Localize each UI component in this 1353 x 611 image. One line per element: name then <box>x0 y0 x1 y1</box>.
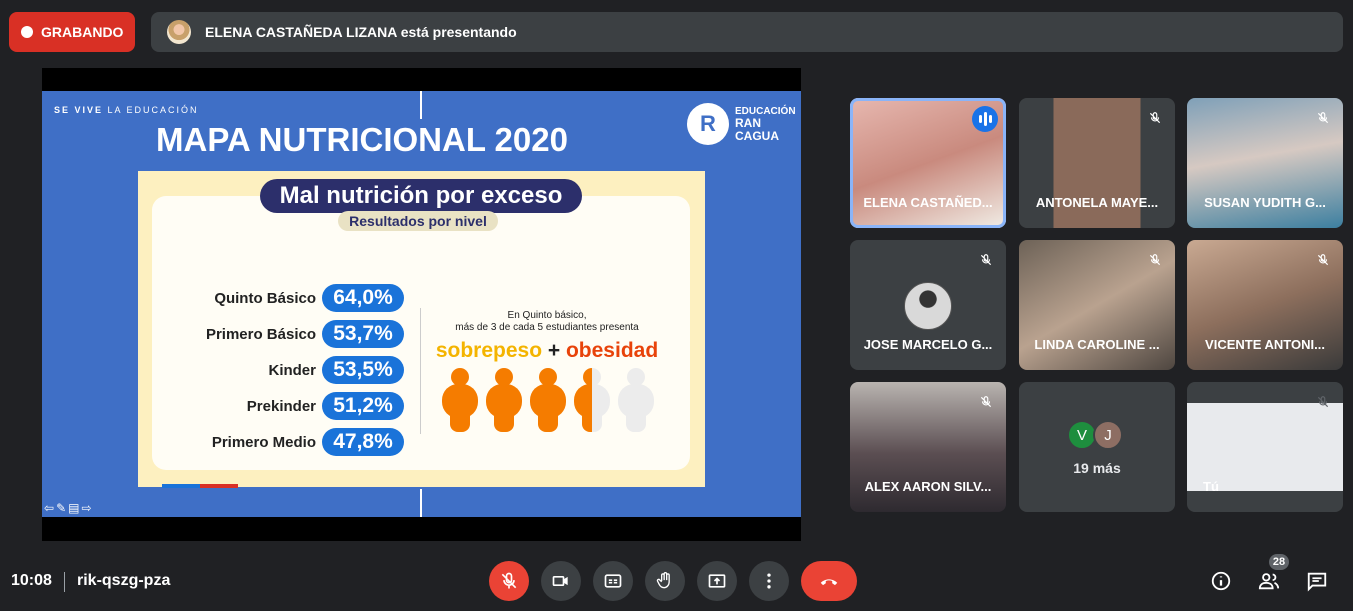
self-tile[interactable]: Tú <box>1187 382 1343 512</box>
recording-badge[interactable]: GRABANDO <box>9 12 135 52</box>
slide-nav[interactable]: ⇦ ✎ ▤ ⇨ <box>44 501 92 515</box>
presentation-stage: SE VIVE LA EDUCACIÓN MAPA NUTRICIONAL 20… <box>42 68 801 541</box>
raise-hand-button[interactable] <box>645 561 685 601</box>
result-row: Prekinder 51,2% <box>247 392 404 420</box>
participant-tile[interactable]: LINDA CAROLINE ... <box>1019 240 1175 370</box>
recording-label: GRABANDO <box>41 24 124 40</box>
record-dot-icon <box>21 26 33 38</box>
more-options-button[interactable] <box>749 561 789 601</box>
participant-name: SUSAN YUDITH G... <box>1204 195 1326 210</box>
result-row: Primero Básico 53,7% <box>206 320 404 348</box>
mic-off-icon <box>974 390 998 414</box>
slide-title: MAPA NUTRICIONAL 2020 <box>156 121 568 158</box>
presenter-avatar <box>167 20 191 44</box>
people-count-badge: 28 <box>1269 554 1289 570</box>
result-row: Quinto Básico 64,0% <box>214 284 404 312</box>
results-list: Quinto Básico 64,0% Primero Básico 53,7%… <box>182 284 404 474</box>
result-row: Kinder 53,5% <box>268 356 404 384</box>
more-participants-tile[interactable]: V J 19 más <box>1019 382 1175 512</box>
participant-tile[interactable]: ANTONELA MAYE... <box>1019 98 1175 228</box>
participant-name: ALEX AARON SILV... <box>864 479 992 494</box>
slide-tagline: SE VIVE LA EDUCACIÓN <box>54 105 199 115</box>
hand-icon <box>656 572 670 589</box>
present-icon <box>708 574 726 588</box>
presenting-banner: ELENA CASTAÑEDA LIZANA está presentando <box>151 12 1343 52</box>
mic-off-icon <box>1311 248 1335 272</box>
next-slide-icon[interactable]: ⇨ <box>81 501 91 515</box>
slide-divider-bottom <box>420 489 422 517</box>
result-row: Primero Medio 47,8% <box>212 428 404 456</box>
body-figures <box>442 368 654 432</box>
more-avatars: V J <box>1067 420 1123 450</box>
participant-tile[interactable]: ELENA CASTAÑED... <box>850 98 1006 228</box>
footer-divider <box>64 572 65 592</box>
poster-subheading: Resultados por nivel <box>338 211 498 231</box>
person-icon <box>486 368 522 432</box>
participant-name: VICENTE ANTONI... <box>1205 337 1325 352</box>
flag-stripe <box>162 484 238 488</box>
people-button[interactable] <box>1257 569 1281 593</box>
prev-slide-icon[interactable]: ⇦ <box>44 501 54 515</box>
rancagua-logo: R EDUCACIÓN RAN CAGUA <box>687 103 796 145</box>
meeting-info-button[interactable] <box>1209 569 1233 593</box>
speaking-indicator-icon <box>972 106 998 132</box>
captions-icon <box>604 574 622 588</box>
camera-toggle-button[interactable] <box>541 561 581 601</box>
person-icon <box>530 368 566 432</box>
hangup-icon <box>820 579 838 586</box>
participant-name: Tú <box>1203 479 1219 494</box>
participant-tile[interactable]: ALEX AARON SILV... <box>850 382 1006 512</box>
people-icon <box>1258 573 1280 590</box>
participant-tile[interactable]: SUSAN YUDITH G... <box>1187 98 1343 228</box>
mic-off-icon <box>501 572 517 589</box>
poster-heading: Mal nutrición por exceso <box>260 179 582 213</box>
person-icon <box>574 368 610 432</box>
clock: 10:08 <box>11 572 52 589</box>
participant-tile[interactable]: VICENTE ANTONI... <box>1187 240 1343 370</box>
participant-tile[interactable]: JOSE MARCELO G... <box>850 240 1006 370</box>
captions-button[interactable] <box>593 561 633 601</box>
more-count: 19 más <box>1073 460 1121 476</box>
chat-icon <box>1307 572 1327 592</box>
pen-icon[interactable]: ✎ <box>56 501 66 515</box>
participant-name: JOSE MARCELO G... <box>863 337 993 352</box>
present-screen-button[interactable] <box>697 561 737 601</box>
chat-button[interactable] <box>1305 569 1329 593</box>
mic-toggle-button[interactable] <box>489 561 529 601</box>
presenting-text: ELENA CASTAÑEDA LIZANA está presentando <box>205 24 517 40</box>
leave-call-button[interactable] <box>801 561 857 601</box>
avatar: J <box>1093 420 1123 450</box>
nutrition-poster: Quinto Básico 64,0% Primero Básico 53,7%… <box>138 171 705 487</box>
meeting-code: rik-qszg-pza <box>77 572 171 589</box>
mic-off-icon <box>1311 390 1335 414</box>
poster-emphasis: sobrepeso + obesidad <box>435 339 659 362</box>
participant-avatar <box>904 282 952 330</box>
mic-off-icon <box>1143 106 1167 130</box>
person-icon <box>618 368 654 432</box>
mic-off-icon <box>1311 106 1335 130</box>
participant-name: LINDA CAROLINE ... <box>1034 337 1160 352</box>
info-icon <box>1211 571 1231 591</box>
poster-divider <box>420 308 421 434</box>
participant-name: ANTONELA MAYE... <box>1035 195 1159 210</box>
person-icon <box>442 368 478 432</box>
slide-divider-top <box>420 91 422 119</box>
participant-name: ELENA CASTAÑED... <box>863 195 993 210</box>
camera-icon <box>552 576 568 586</box>
slide: SE VIVE LA EDUCACIÓN MAPA NUTRICIONAL 20… <box>42 91 801 517</box>
mic-off-icon <box>1143 248 1167 272</box>
menu-icon[interactable]: ▤ <box>68 501 79 515</box>
more-vert-icon <box>767 573 771 589</box>
mic-off-icon <box>974 248 998 272</box>
poster-note: En Quinto básico, más de 3 de cada 5 est… <box>455 310 639 333</box>
